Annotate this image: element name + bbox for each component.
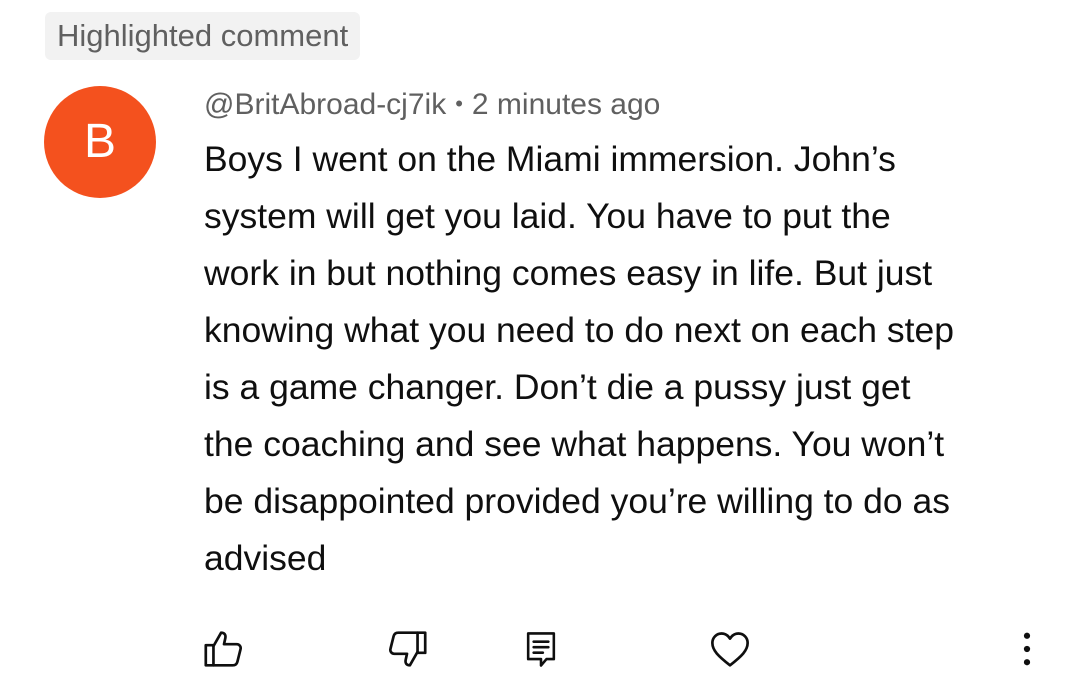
- more-vertical-icon: [1005, 627, 1049, 671]
- comment-icon: [519, 627, 563, 671]
- comment-text-line: the coaching and see what happens. You w…: [204, 424, 945, 464]
- comment-text-line: advised: [204, 538, 327, 578]
- comment-text-line: Boys I went on the Miami immersion. John…: [204, 139, 896, 179]
- comment-text-line: is a game changer. Don’t die a pussy jus…: [204, 367, 911, 407]
- comment-text-line: be disappointed provided you’re willing …: [204, 481, 950, 521]
- avatar[interactable]: B: [44, 86, 156, 198]
- reply-button[interactable]: [514, 622, 568, 676]
- comment-header: @BritAbroad-cj7ik • 2 minutes ago: [204, 84, 660, 124]
- thumbs-down-icon: [384, 626, 430, 672]
- thumbs-up-icon: [201, 626, 247, 672]
- author-name[interactable]: @BritAbroad-cj7ik: [204, 88, 446, 121]
- comment-screen: Highlighted comment B @BritAbroad-cj7ik •…: [0, 0, 1080, 694]
- more-options-button[interactable]: [1000, 622, 1054, 676]
- heart-icon: [707, 626, 753, 672]
- like-button[interactable]: [197, 622, 251, 676]
- comment-text-line: knowing what you need to do next on each…: [204, 310, 954, 350]
- comment-text-line: system will get you laid. You have to pu…: [204, 196, 891, 236]
- highlighted-comment-badge: Highlighted comment: [45, 12, 361, 60]
- comment-text: Boys I went on the Miami immersion. John…: [204, 131, 1054, 587]
- heart-button[interactable]: [703, 622, 757, 676]
- dislike-button[interactable]: [380, 622, 434, 676]
- comment-text-line: work in but nothing comes easy in life. …: [204, 253, 933, 293]
- separator-dot: •: [455, 91, 463, 116]
- timestamp: 2 minutes ago: [471, 88, 661, 121]
